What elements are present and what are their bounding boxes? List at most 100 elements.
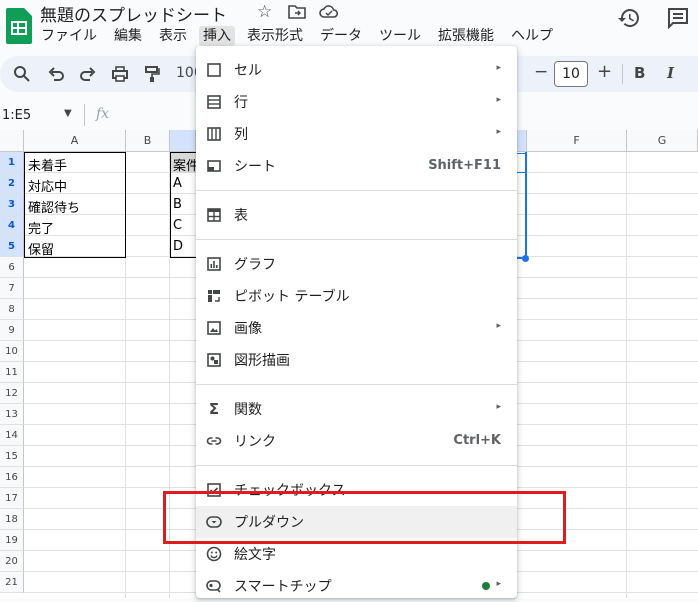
undo-icon[interactable] xyxy=(46,64,66,84)
menu-divider xyxy=(196,239,517,240)
row-header-9[interactable]: 9 xyxy=(0,320,24,341)
menu-item-drawing[interactable]: 図形描画 xyxy=(196,344,517,376)
star-icon[interactable]: ☆ xyxy=(257,2,272,22)
redo-icon[interactable] xyxy=(78,64,98,84)
cell-a2[interactable]: 対応中 xyxy=(28,176,67,195)
menu-item-smart-chips[interactable]: スマートチップ ▸ xyxy=(196,570,517,602)
cell-c4[interactable]: C xyxy=(173,218,182,233)
row-header-5[interactable]: 5 xyxy=(0,236,24,257)
submenu-arrow-icon: ▸ xyxy=(496,579,501,589)
bold-button[interactable]: B xyxy=(634,64,645,82)
row-header-18[interactable]: 18 xyxy=(0,509,24,530)
column-header-g[interactable]: G xyxy=(627,130,698,152)
fx-icon: fx xyxy=(96,106,110,122)
menu-item-chart[interactable]: グラフ xyxy=(196,248,517,280)
menu-extensions[interactable]: 拡張機能 xyxy=(437,26,495,46)
row-header-6[interactable]: 6 xyxy=(0,257,24,278)
new-feature-dot xyxy=(482,582,490,590)
menu-insert[interactable]: 挿入 xyxy=(199,26,235,46)
emoji-icon xyxy=(206,546,222,562)
column-header-a[interactable]: A xyxy=(24,130,126,152)
menu-item-pivot-table[interactable]: ピボット テーブル xyxy=(196,280,517,312)
paint-format-icon[interactable] xyxy=(142,64,162,84)
menu-item-label: セル xyxy=(234,63,262,79)
history-icon[interactable] xyxy=(617,6,641,30)
move-folder-icon[interactable] xyxy=(288,4,306,20)
row-header-4[interactable]: 4 xyxy=(0,215,24,236)
menu-item-function[interactable]: Σ 関数 ▸ xyxy=(196,393,517,425)
menu-item-label: グラフ xyxy=(234,257,276,273)
search-icon[interactable] xyxy=(12,64,32,84)
row-header-10[interactable]: 10 xyxy=(0,341,24,362)
row-header-11[interactable]: 11 xyxy=(0,362,24,383)
cell-a4[interactable]: 完了 xyxy=(28,218,54,237)
submenu-arrow-icon: ▸ xyxy=(496,127,501,137)
menu-item-label: 行 xyxy=(234,95,248,111)
cell-c2[interactable]: A xyxy=(173,176,182,191)
submenu-arrow-icon: ▸ xyxy=(496,63,501,73)
shortcut-text: Shift+F11 xyxy=(428,158,501,173)
menu-data[interactable]: データ xyxy=(319,26,363,46)
row-header-21[interactable]: 21 xyxy=(0,572,24,593)
menu-view[interactable]: 表示 xyxy=(158,26,188,46)
selection-border-right xyxy=(525,152,527,258)
menu-divider xyxy=(196,384,517,385)
menu-item-image[interactable]: 画像 ▸ xyxy=(196,312,517,344)
column-header-e[interactable] xyxy=(517,130,527,152)
row-header-14[interactable]: 14 xyxy=(0,425,24,446)
menu-bar: ファイル 編集 表示 挿入 表示形式 データ ツール 拡張機能 ヘルプ xyxy=(40,26,569,46)
table-icon xyxy=(207,208,221,222)
row-header-13[interactable]: 13 xyxy=(0,404,24,425)
menu-edit[interactable]: 編集 xyxy=(113,26,143,46)
row-header-7[interactable]: 7 xyxy=(0,278,24,299)
increase-font-size-button[interactable]: + xyxy=(597,61,612,82)
menu-item-table[interactable]: 表 xyxy=(196,199,517,231)
menu-item-link[interactable]: リンク Ctrl+K xyxy=(196,425,517,457)
selection-fill-handle[interactable] xyxy=(522,255,529,262)
name-box[interactable]: 1:E5 xyxy=(2,108,62,123)
menu-item-row[interactable]: 行 ▸ xyxy=(196,86,517,118)
decrease-font-size-button[interactable]: − xyxy=(534,62,548,82)
row-header-3[interactable]: 3 xyxy=(0,194,24,215)
row-header-19[interactable]: 19 xyxy=(0,530,24,551)
formula-bar-divider xyxy=(84,104,85,126)
row-header-16[interactable]: 16 xyxy=(0,467,24,488)
sheets-logo-icon[interactable] xyxy=(6,8,32,44)
cell-c5[interactable]: D xyxy=(173,239,183,254)
smart-chip-icon xyxy=(206,580,221,593)
menu-item-column[interactable]: 列 ▸ xyxy=(196,118,517,150)
column-header-c[interactable] xyxy=(170,130,196,152)
menu-item-sheet[interactable]: シート Shift+F11 xyxy=(196,150,517,182)
submenu-arrow-icon: ▸ xyxy=(496,402,501,412)
row-header-12[interactable]: 12 xyxy=(0,383,24,404)
select-all-corner[interactable] xyxy=(0,130,24,152)
font-size-input[interactable]: 10 xyxy=(554,61,588,87)
document-title[interactable]: 無題のスプレッドシート xyxy=(40,1,227,26)
menu-help[interactable]: ヘルプ xyxy=(510,26,554,46)
column-header-f[interactable]: F xyxy=(527,130,627,152)
cloud-status-icon[interactable] xyxy=(319,4,339,20)
menu-divider xyxy=(196,190,517,191)
menu-file[interactable]: ファイル xyxy=(40,26,98,46)
menu-item-cell[interactable]: セル ▸ xyxy=(196,54,517,86)
column-header-b[interactable]: B xyxy=(126,130,170,152)
cell-icon xyxy=(207,63,221,77)
comment-icon[interactable] xyxy=(666,6,690,30)
sheet-icon xyxy=(207,160,221,172)
row-header-17[interactable]: 17 xyxy=(0,488,24,509)
cell-a1[interactable]: 未着手 xyxy=(28,155,67,174)
menu-format[interactable]: 表示形式 xyxy=(246,26,304,46)
row-header-8[interactable]: 8 xyxy=(0,299,24,320)
cell-a3[interactable]: 確認待ち xyxy=(28,197,80,216)
print-icon[interactable] xyxy=(110,64,130,84)
row-header-2[interactable]: 2 xyxy=(0,173,24,194)
row-header-1[interactable]: 1 xyxy=(0,152,24,173)
cell-a5[interactable]: 保留 xyxy=(28,239,54,258)
menu-item-label: リンク xyxy=(234,434,276,450)
row-header-15[interactable]: 15 xyxy=(0,446,24,467)
italic-button[interactable]: I xyxy=(667,64,674,82)
cell-c3[interactable]: B xyxy=(173,197,182,212)
name-box-dropdown-icon[interactable]: ▼ xyxy=(64,108,72,119)
menu-tools[interactable]: ツール xyxy=(378,26,422,46)
row-header-20[interactable]: 20 xyxy=(0,551,24,572)
